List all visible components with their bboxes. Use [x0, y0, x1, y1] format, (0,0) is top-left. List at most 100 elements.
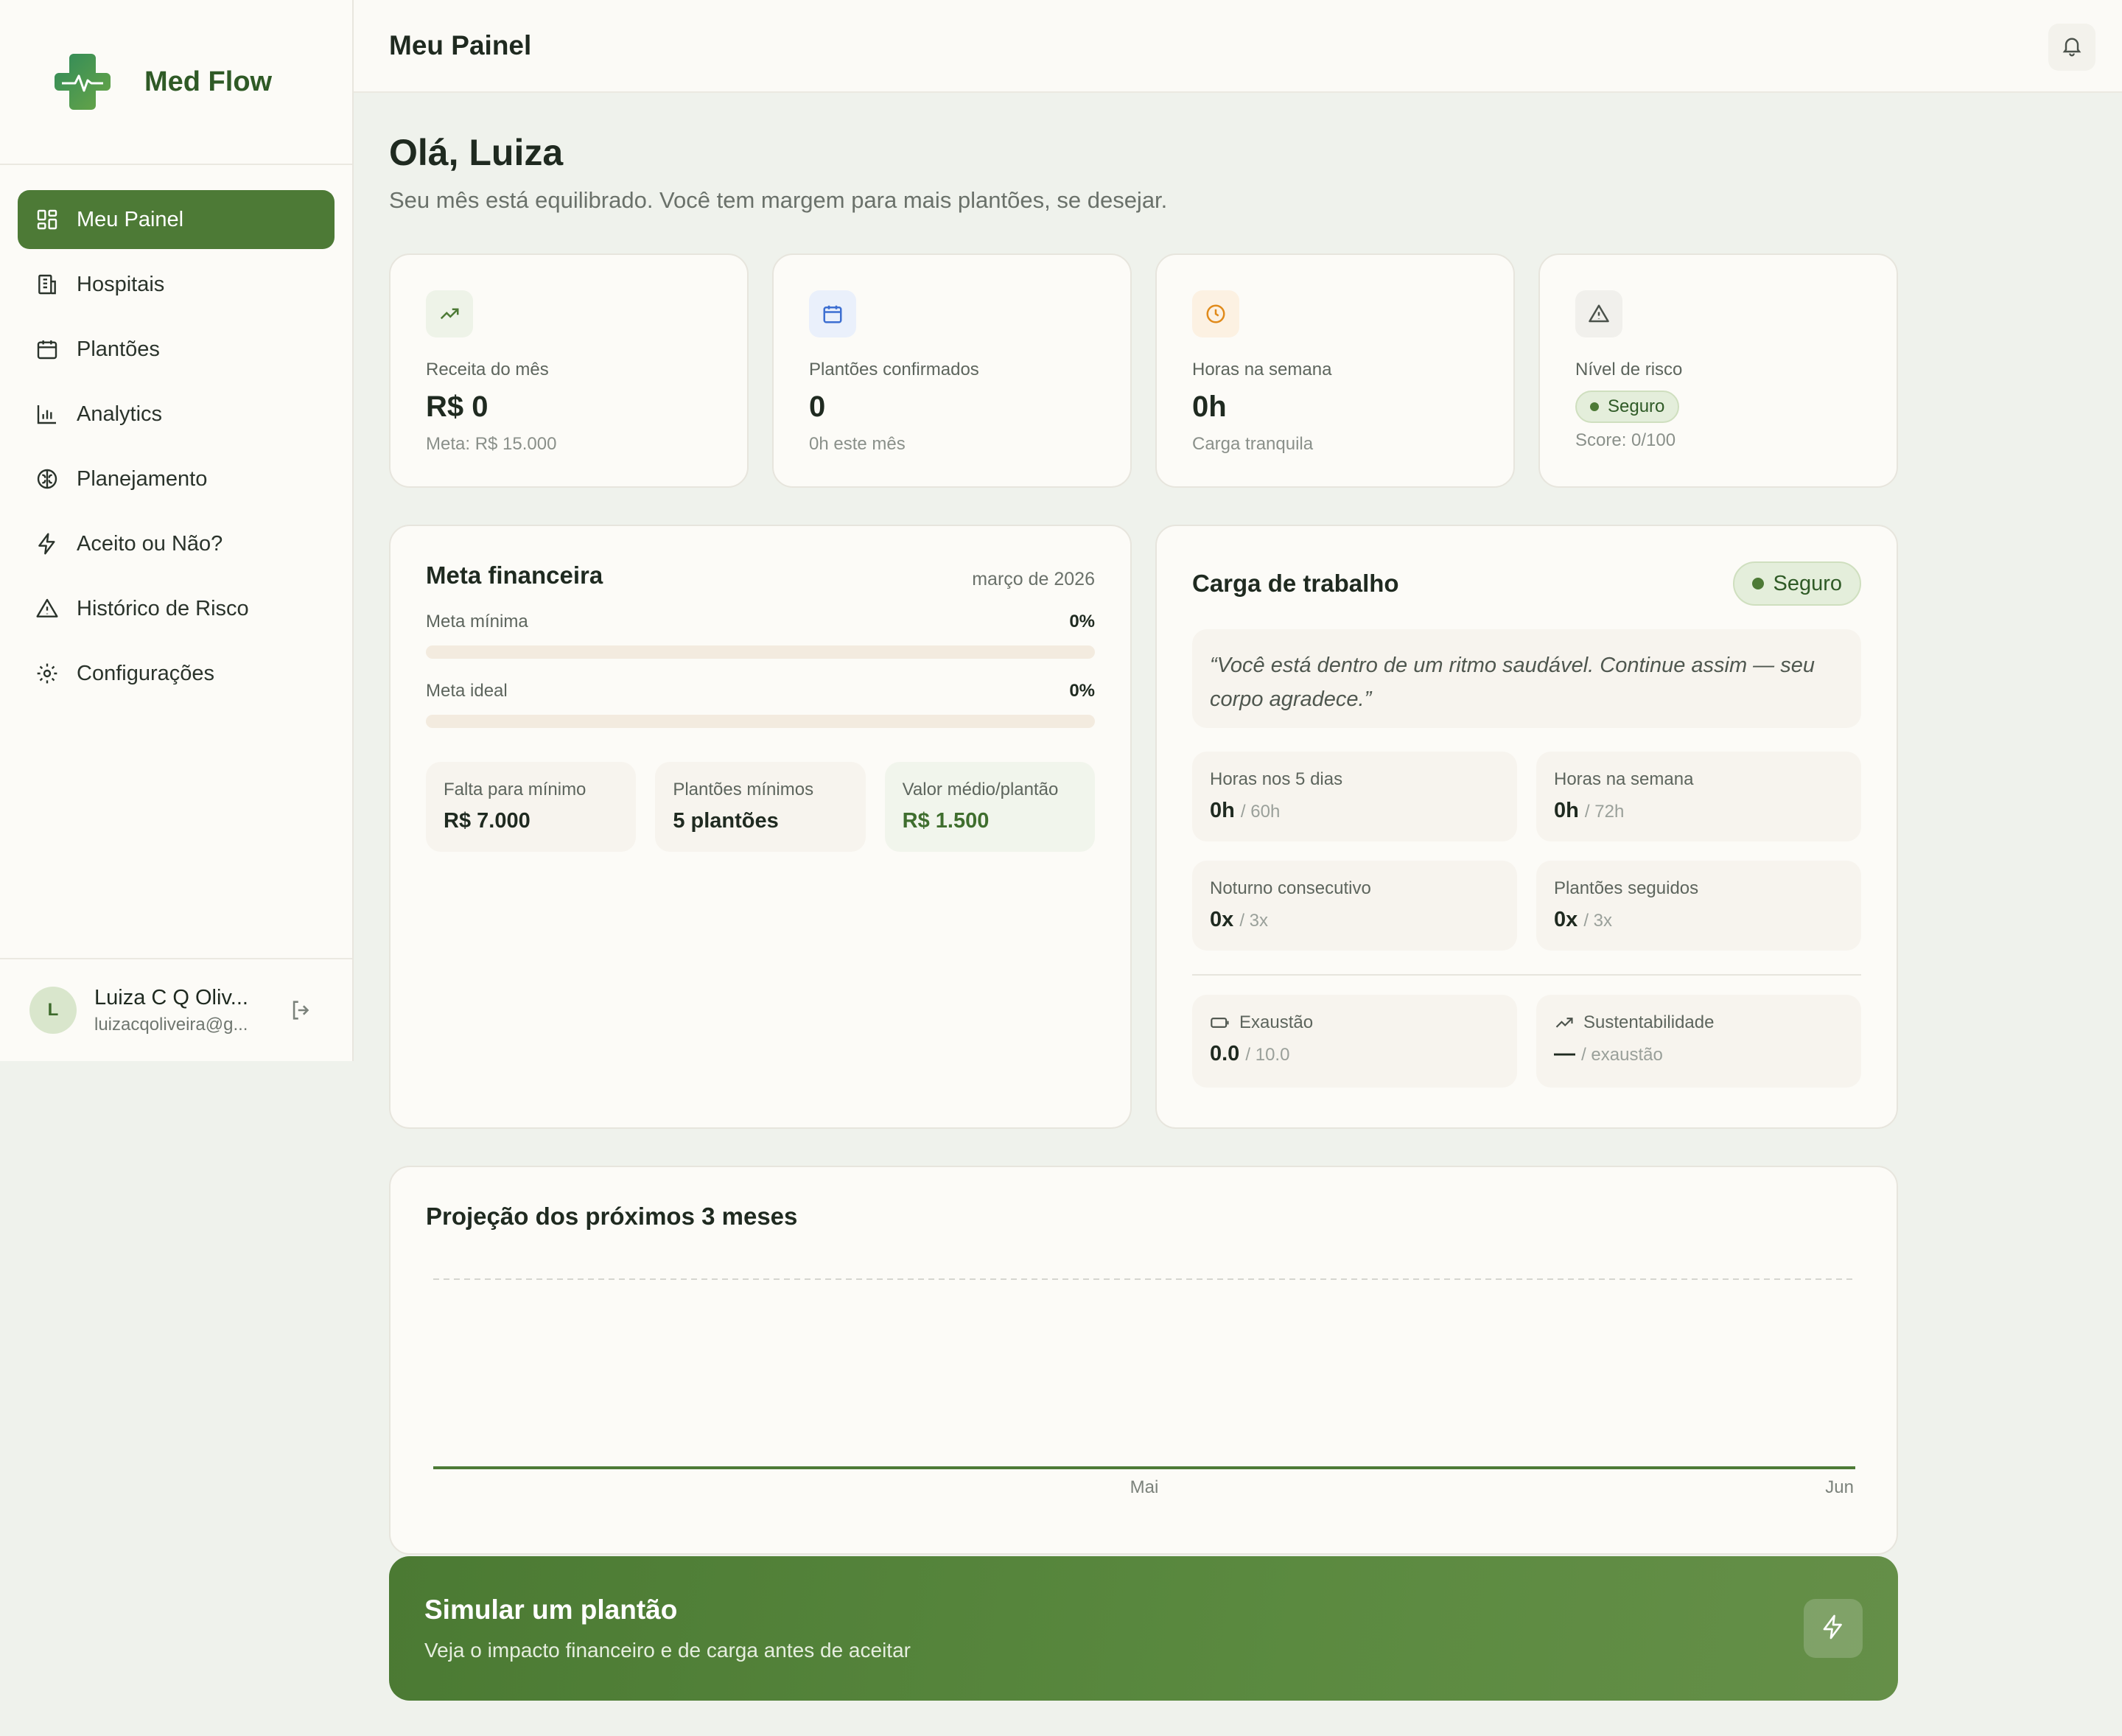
kpi-value: R$ 0	[426, 391, 489, 423]
sidebar-item-analytics[interactable]: Analytics	[18, 385, 335, 444]
stat-limit: / 3x	[1239, 911, 1269, 931]
kpi-value: 0h	[1192, 391, 1227, 423]
meta-stats: Falta para mínimo R$ 7.000 Plantões míni…	[426, 762, 1095, 852]
kpi-note: 0h este mês	[809, 434, 906, 454]
stat-label: Horas na semana	[1554, 769, 1694, 789]
clock-icon	[1192, 290, 1239, 337]
stat-label: Noturno consecutivo	[1210, 878, 1371, 898]
kpi-label: Horas na semana	[1192, 360, 1332, 379]
page-title: Meu Painel	[389, 30, 532, 60]
status-dot	[1752, 578, 1765, 589]
sidebar-item-meu-painel[interactable]: Meu Painel	[18, 190, 335, 249]
stat-number: 0h	[1210, 799, 1235, 822]
stat-number: 0h	[1554, 799, 1579, 822]
meta-financeira-card: Meta financeira março de 2026 Meta mínim…	[389, 525, 1132, 1129]
stat-sustentabilidade: Sustentabilidade — / exaustão	[1536, 995, 1861, 1088]
kpi-label: Receita do mês	[426, 360, 549, 379]
stat-number: 0x	[1554, 908, 1578, 931]
avatar: L	[29, 987, 77, 1034]
load-quote: “Você está dentro de um ritmo saudável. …	[1192, 629, 1861, 728]
logout-icon[interactable]	[289, 998, 314, 1023]
stat-limit: / 60h	[1240, 802, 1281, 822]
projection-card: Projeção dos próximos 3 meses Mai Jun	[389, 1166, 1898, 1555]
load-extra-stats: Exaustão 0.0 / 10.0 Sustentabilidade — /…	[1192, 995, 1861, 1088]
progress-label: Meta ideal	[426, 681, 508, 701]
progress-bar-minima	[426, 645, 1095, 659]
stat-label: Plantões mínimos	[673, 780, 814, 799]
calendar-icon	[809, 290, 856, 337]
status-dot	[1590, 402, 1599, 411]
kpi-label: Plantões confirmados	[809, 360, 979, 379]
topbar: Meu Painel	[354, 0, 2122, 93]
stat-label-text: Exaustão	[1239, 1012, 1314, 1032]
user-info: Luiza C Q Oliv... luizacqoliveira@g...	[94, 986, 248, 1035]
simulate-shift-banner[interactable]: Simular um plantão Veja o impacto financ…	[389, 1556, 1898, 1701]
risk-status-badge: Seguro	[1575, 391, 1680, 423]
stat-exaustao: Exaustão 0.0 / 10.0	[1192, 995, 1517, 1088]
stat-number: 0x	[1210, 908, 1234, 931]
lightning-icon	[35, 532, 59, 556]
dashboard-icon	[35, 208, 59, 231]
stat-number: 0.0	[1210, 1042, 1240, 1065]
progress-label: Meta mínima	[426, 612, 528, 631]
sidebar-item-planejamento[interactable]: Planejamento	[18, 449, 335, 508]
sidebar-item-label: Analytics	[77, 402, 163, 426]
stat-horas-semana: Horas na semana 0h / 72h	[1536, 752, 1861, 841]
battery-icon	[1210, 1012, 1230, 1033]
brand[interactable]: Med Flow	[0, 0, 352, 165]
user-email: luizacqoliveira@g...	[94, 1014, 248, 1035]
divider	[1192, 974, 1861, 976]
stat-label: Sustentabilidade	[1554, 1012, 1843, 1033]
sidebar-item-label: Hospitais	[77, 272, 165, 296]
greeting-subtitle: Seu mês está equilibrado. Você tem marge…	[389, 187, 1168, 213]
stat-noturno-consecutivo: Noturno consecutivo 0x / 3x	[1192, 861, 1517, 951]
x-tick-label: Jun	[1825, 1477, 1854, 1497]
stat-value: — / exaustão	[1554, 1042, 1843, 1066]
bar-chart-icon	[35, 402, 59, 426]
sidebar-item-aceito-ou-nao[interactable]: Aceito ou Não?	[18, 514, 335, 573]
stat-plantoes-minimos: Plantões mínimos 5 plantões	[655, 762, 866, 852]
kpi-card-horas: Horas na semana 0h Carga tranquila	[1155, 253, 1515, 488]
stat-label: Falta para mínimo	[444, 780, 586, 799]
load-status-badge: Seguro	[1733, 561, 1861, 606]
stat-value: 5 plantões	[673, 809, 779, 833]
stat-label: Plantões seguidos	[1554, 878, 1699, 898]
lightning-icon	[1820, 1614, 1846, 1644]
sidebar-item-label: Meu Painel	[77, 207, 184, 231]
notifications-button[interactable]	[2048, 24, 2095, 71]
calendar-icon	[35, 337, 59, 361]
card-header: Carga de trabalho Seguro	[1192, 561, 1861, 606]
sidebar-item-label: Aceito ou Não?	[77, 531, 223, 556]
kpi-card-risco: Nível de risco Seguro Score: 0/100	[1538, 253, 1898, 488]
stat-value: 0x / 3x	[1210, 908, 1499, 932]
user-profile[interactable]: L Luiza C Q Oliv... luizacqoliveira@g...	[0, 958, 352, 1061]
stat-limit: / 72h	[1584, 802, 1625, 822]
stat-value: 0h / 72h	[1554, 799, 1843, 823]
progress-percent: 0%	[1069, 681, 1095, 701]
x-tick-label: Mai	[1130, 1477, 1159, 1497]
sidebar-item-configuracoes[interactable]: Configurações	[18, 644, 335, 703]
stat-label: Exaustão	[1210, 1012, 1499, 1033]
sidebar-item-plantoes[interactable]: Plantões	[18, 320, 335, 379]
progress-row-ideal: Meta ideal 0%	[426, 681, 1095, 701]
bell-icon	[2060, 34, 2084, 61]
stat-label: Horas nos 5 dias	[1210, 769, 1343, 789]
warning-icon	[1575, 290, 1622, 337]
progress-row-minima: Meta mínima 0%	[426, 612, 1095, 632]
stat-value: R$ 1.500	[902, 809, 990, 833]
kpi-note: Meta: R$ 15.000	[426, 434, 557, 454]
stat-limit: / 3x	[1583, 911, 1613, 931]
sidebar-item-historico-de-risco[interactable]: Histórico de Risco	[18, 579, 335, 638]
carga-trabalho-card: Carga de trabalho Seguro “Você está dent…	[1155, 525, 1898, 1129]
simulate-button[interactable]	[1804, 1599, 1863, 1658]
greeting-title: Olá, Luiza	[389, 132, 564, 173]
brain-icon	[35, 467, 59, 491]
trending-up-icon	[426, 290, 473, 337]
kpi-card-receita: Receita do mês R$ 0 Meta: R$ 15.000	[389, 253, 749, 488]
stat-falta-minimo: Falta para mínimo R$ 7.000	[426, 762, 637, 852]
card-title: Carga de trabalho	[1192, 570, 1399, 597]
meta-date: março de 2026	[972, 569, 1095, 589]
sidebar-item-hospitais[interactable]: Hospitais	[18, 255, 335, 314]
user-name: Luiza C Q Oliv...	[94, 985, 248, 1009]
sidebar-item-label: Histórico de Risco	[77, 596, 249, 620]
